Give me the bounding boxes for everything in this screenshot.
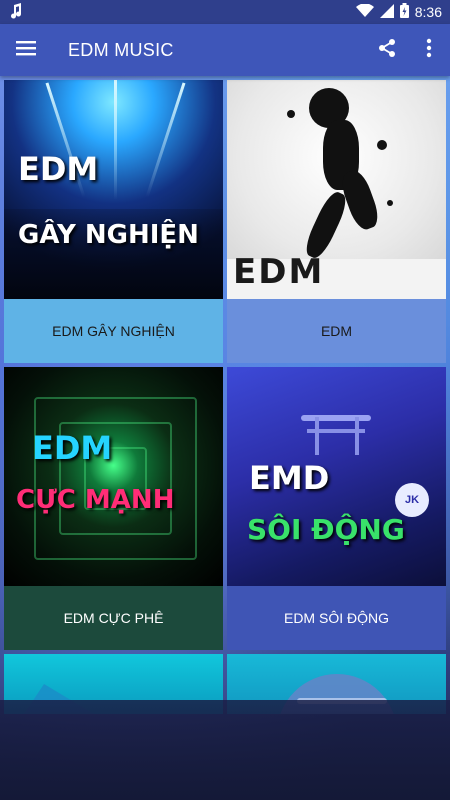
album-card-edm-cuc-phe[interactable]: EDM CỰC MẠNH EDM CỰC PHÊ [4, 367, 223, 650]
app-title: EDM MUSIC [68, 39, 174, 60]
album-label: EDM GÂY NGHIỆN [4, 299, 223, 363]
album-art: EDM CỰC MẠNH [4, 367, 223, 586]
art-title-line2: GÂY NGHIỆN [18, 220, 199, 250]
jk-badge: JK [395, 483, 429, 517]
album-card-edm-gay-nghien[interactable]: EDM GÂY NGHIỆN EDM GÂY NGHIỆN [4, 80, 223, 363]
more-vert-icon [426, 38, 432, 63]
battery-icon [399, 3, 409, 21]
art-title-line1: EMD [249, 459, 330, 497]
art-title-line1: EDM [233, 252, 325, 292]
album-card-edm-soi-dong[interactable]: JK EMD SÔI ĐỘNG EDM SÔI ĐỘNG [227, 367, 446, 650]
signal-icon [379, 3, 394, 21]
bottom-overlay [0, 700, 450, 800]
art-title-line2: SÔI ĐỘNG [247, 513, 405, 546]
album-art: EDM GÂY NGHIỆN [4, 80, 223, 299]
art-title-line1: EDM [32, 429, 113, 467]
album-art: EDM [227, 80, 446, 299]
music-note-icon [10, 2, 22, 22]
album-label: EDM CỰC PHÊ [4, 586, 223, 650]
album-art: JK EMD SÔI ĐỘNG [227, 367, 446, 586]
wifi-icon [355, 2, 374, 21]
share-icon [377, 38, 397, 63]
content-area[interactable]: EDM GÂY NGHIỆN EDM GÂY NGHIỆN EDM EDM ED… [0, 76, 450, 800]
album-card-edm[interactable]: EDM EDM [227, 80, 446, 363]
app-bar: EDM MUSIC [0, 24, 450, 76]
status-time: 8:36 [414, 4, 442, 20]
share-button[interactable] [366, 24, 408, 76]
status-bar: 8:36 [0, 0, 450, 24]
hamburger-icon [16, 40, 36, 61]
art-title-line1: EDM [18, 150, 99, 188]
menu-button[interactable] [0, 24, 52, 76]
album-label: EDM SÔI ĐỘNG [227, 586, 446, 650]
art-title-line2: CỰC MẠNH [16, 485, 175, 515]
album-label: EDM [227, 299, 446, 363]
more-options-button[interactable] [408, 24, 450, 76]
